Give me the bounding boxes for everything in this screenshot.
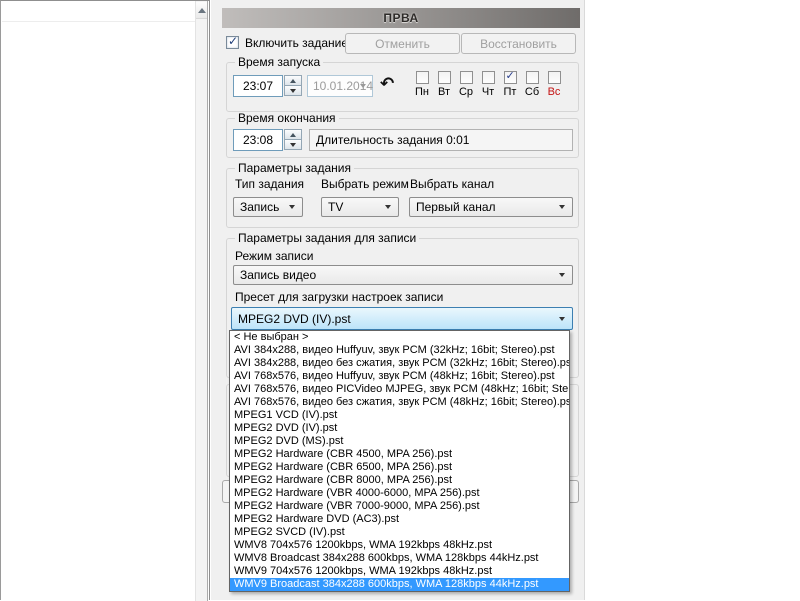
start-time-group-title: Время запуска: [235, 56, 323, 69]
weekday-label: Вт: [438, 87, 450, 98]
preset-option[interactable]: MPEG2 Hardware (VBR 7000-9000, MPA 256).…: [230, 500, 569, 513]
weekday-column: Пн: [411, 71, 433, 98]
weekday-column: Вт: [433, 71, 455, 98]
channel-value: Первый канал: [416, 200, 496, 214]
weekday-label: Пт: [504, 87, 517, 98]
mode-select[interactable]: TV: [321, 197, 399, 217]
start-date-select[interactable]: 10.01.2014: [307, 75, 373, 97]
channel-list-panel: [0, 0, 210, 600]
preset-option[interactable]: MPEG2 DVD (IV).pst: [230, 422, 569, 435]
up-arrow-icon: [198, 8, 206, 13]
up-arrow-icon: [290, 133, 296, 137]
check-icon: ✓: [228, 34, 238, 48]
preset-option[interactable]: MPEG2 Hardware DVD (AC3).pst: [230, 513, 569, 526]
weekday-column: Ср: [455, 71, 477, 98]
task-params-group: Параметры задания Тип задания Выбрать ре…: [226, 168, 579, 228]
dropdown-arrow-icon: [385, 205, 391, 209]
preset-option[interactable]: MPEG2 Hardware (CBR 4500, MPA 256).pst: [230, 448, 569, 461]
duration-field: Длительность задания 0:01: [309, 129, 573, 151]
weekday-checkbox[interactable]: ✓: [504, 71, 517, 84]
preset-option[interactable]: MPEG2 Hardware (CBR 6500, MPA 256).pst: [230, 461, 569, 474]
weekday-checkbox[interactable]: [416, 71, 429, 84]
preset-option[interactable]: AVI 768x576, видео без сжатия, звук PCM …: [230, 396, 569, 409]
enable-task-label: Включить задание: [245, 36, 348, 50]
weekday-checkbox[interactable]: [548, 71, 561, 84]
preset-option[interactable]: AVI 384x288, видео Huffyuv, звук PCM (32…: [230, 344, 569, 357]
enable-task-row: ✓ Включить задание: [226, 35, 348, 50]
dropdown-arrow-icon: [289, 205, 295, 209]
preset-option[interactable]: AVI 384x288, видео без сжатия, звук PCM …: [230, 357, 569, 370]
preset-option[interactable]: MPEG2 DVD (MS).pst: [230, 435, 569, 448]
task-type-select[interactable]: Запись: [233, 197, 303, 217]
preset-option[interactable]: MPEG1 VCD (IV).pst: [230, 409, 569, 422]
weekday-column: Чт: [477, 71, 499, 98]
preset-label: Пресет для загрузки настроек записи: [235, 291, 443, 304]
cancel-button[interactable]: Отменить: [345, 33, 460, 54]
preset-value: MPEG2 DVD (IV).pst: [238, 312, 351, 326]
preset-option[interactable]: MPEG2 SVCD (IV).pst: [230, 526, 569, 539]
start-time-input[interactable]: 23:07: [233, 75, 283, 97]
record-mode-select[interactable]: Запись видео: [233, 265, 573, 285]
weekday-column: ✓ Пт: [499, 71, 521, 98]
task-type-label: Тип задания: [235, 178, 304, 191]
dropdown-arrow-icon: [360, 84, 366, 88]
up-arrow-icon: [290, 79, 296, 83]
dropdown-arrow-icon: [559, 273, 565, 277]
undo-icon[interactable]: ↶: [380, 76, 394, 92]
down-arrow-icon: [290, 143, 296, 147]
weekday-label: Сб: [525, 87, 539, 98]
check-icon: ✓: [506, 69, 515, 83]
preset-option[interactable]: AVI 768x576, видео Huffyuv, звук PCM (48…: [230, 370, 569, 383]
record-mode-label: Режим записи: [235, 250, 313, 263]
preset-option[interactable]: WMV8 Broadcast 384x288 600kbps, WMA 128k…: [230, 552, 569, 565]
list-scrollbar[interactable]: [195, 1, 208, 601]
weekday-column: Сб: [521, 71, 543, 98]
record-mode-value: Запись видео: [240, 268, 316, 282]
record-params-group-title: Параметры задания для записи: [235, 232, 419, 245]
preset-option[interactable]: WMV9 704x576 1200kbps, WMA 192kbps 48kHz…: [230, 565, 569, 578]
task-params-group-title: Параметры задания: [235, 162, 354, 175]
weekday-row: Пн Вт Ср Чт ✓ Пт Сб Вс: [411, 71, 565, 98]
preset-dropdown-list[interactable]: < Не выбран >AVI 384x288, видео Huffyuv,…: [229, 330, 570, 592]
preset-option[interactable]: MPEG2 Hardware (CBR 8000, MPA 256).pst: [230, 474, 569, 487]
weekday-checkbox[interactable]: [460, 71, 473, 84]
list-separator: [2, 21, 195, 22]
weekday-label: Ср: [459, 87, 473, 98]
start-time-spinner[interactable]: [284, 75, 302, 97]
weekday-checkbox[interactable]: [482, 71, 495, 84]
preset-option[interactable]: AVI 768x576, видео PICVideo MJPEG, звук …: [230, 383, 569, 396]
preset-option[interactable]: WMV9 Broadcast 384x288 600kbps, WMA 128k…: [230, 578, 569, 591]
dropdown-arrow-icon: [559, 205, 565, 209]
weekday-label: Вс: [548, 87, 561, 98]
scroll-up-button[interactable]: [196, 2, 207, 19]
mode-label: Выбрать режим: [321, 178, 409, 191]
task-type-value: Запись: [240, 200, 279, 214]
preset-select[interactable]: MPEG2 DVD (IV).pst: [231, 307, 573, 330]
down-arrow-icon: [290, 89, 296, 93]
enable-task-checkbox[interactable]: ✓: [226, 36, 239, 49]
preset-option[interactable]: WMV8 704x576 1200kbps, WMA 192kbps 48kHz…: [230, 539, 569, 552]
end-time-spinner[interactable]: [284, 129, 302, 151]
restore-button[interactable]: Восстановить: [461, 33, 576, 54]
preset-option[interactable]: MPEG2 Hardware (VBR 4000-6000, MPA 256).…: [230, 487, 569, 500]
weekday-label: Пн: [415, 87, 429, 98]
preset-option[interactable]: < Не выбран >: [230, 331, 569, 344]
spin-down-button[interactable]: [284, 85, 302, 96]
weekday-checkbox[interactable]: [438, 71, 451, 84]
weekday-column: Вс: [543, 71, 565, 98]
end-time-group-title: Время окончания: [235, 112, 339, 125]
dropdown-arrow-icon: [559, 317, 565, 321]
end-time-group: Время окончания 23:08 Длительность задан…: [226, 118, 579, 158]
end-time-input[interactable]: 23:08: [233, 129, 283, 151]
spin-down-button[interactable]: [284, 139, 302, 150]
weekday-label: Чт: [482, 87, 494, 98]
channel-select[interactable]: Первый канал: [409, 197, 573, 217]
mode-value: TV: [328, 200, 343, 214]
channel-label: Выбрать канал: [410, 178, 494, 191]
start-time-group: Время запуска 23:07 10.01.2014 ↶ ПнВтСрЧ…: [226, 62, 579, 112]
panel-title: ПРВА: [222, 8, 580, 28]
weekday-checkbox[interactable]: [526, 71, 539, 84]
